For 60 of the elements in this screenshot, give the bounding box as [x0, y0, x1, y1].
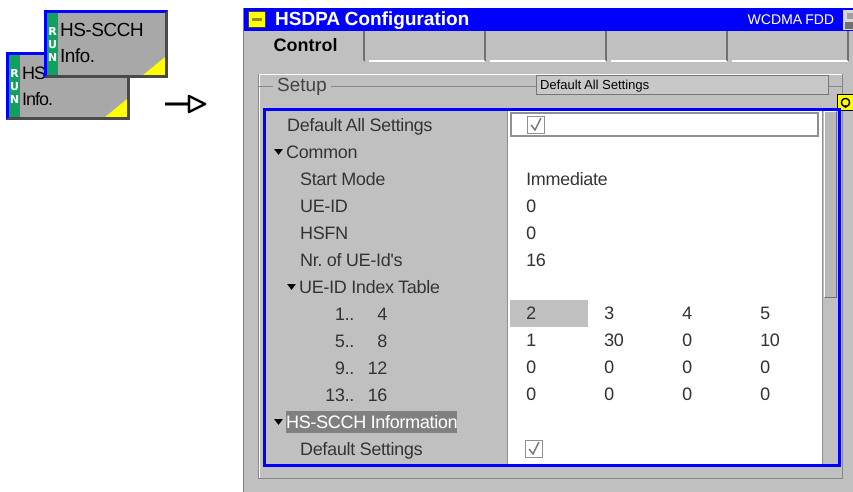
input-field[interactable] — [510, 112, 820, 137]
setting-value[interactable]: Immediate — [508, 168, 608, 190]
expand-icon[interactable] — [274, 148, 283, 154]
range-start: 13.. — [324, 384, 354, 406]
softkey-label: HS-SCCH — [60, 19, 144, 43]
range-start: 9.. — [334, 356, 354, 378]
tree-item[interactable]: UE-ID Index Table — [299, 276, 440, 298]
corner-icon — [105, 99, 127, 117]
range-end: 4 — [376, 302, 387, 324]
setting-label: HSFN — [300, 222, 348, 244]
run-indicator: RUN — [47, 13, 58, 75]
table-cell[interactable]: 4 — [666, 300, 744, 327]
table-cell[interactable]: 0 — [744, 381, 822, 408]
tree-item[interactable]: HS-SCCH Information — [286, 410, 458, 432]
tree-item[interactable]: Common — [286, 140, 358, 162]
window-menu-icon[interactable] — [248, 11, 266, 28]
group-title: Setup — [273, 75, 331, 97]
setting-value[interactable]: 0 — [508, 194, 536, 216]
range-end: 8 — [376, 330, 387, 352]
range-end: 16 — [366, 384, 387, 406]
range-end: 12 — [366, 356, 387, 378]
mode-label: WCDMA FDD — [748, 10, 834, 29]
setting-label: Start Mode — [300, 168, 386, 190]
table-cell[interactable]: 0 — [588, 354, 666, 381]
arrow-icon — [163, 94, 207, 114]
window-title: HSDPA Configuration — [275, 8, 470, 31]
setting-label: UE-ID — [300, 194, 348, 216]
scrollbar[interactable] — [822, 111, 838, 464]
table-cell[interactable]: 0 — [510, 354, 588, 381]
table-cell[interactable]: 5 — [744, 300, 822, 327]
softkey-label: Info. — [60, 45, 96, 69]
table-cell[interactable]: 10 — [744, 327, 822, 354]
expand-icon[interactable] — [287, 284, 296, 290]
setting-label: Default Settings — [300, 438, 422, 460]
setting-value[interactable]: 16 — [508, 248, 546, 270]
preset-field[interactable]: Default All Settings — [536, 75, 829, 95]
table-cell[interactable]: 0 — [666, 381, 744, 408]
corner-icon — [143, 57, 165, 75]
table-cell[interactable]: 0 — [666, 354, 744, 381]
table-cell[interactable]: 30 — [588, 327, 666, 354]
table-cell[interactable]: 0 — [744, 354, 822, 381]
table-cell[interactable]: 0 — [510, 381, 588, 408]
checkbox[interactable] — [527, 116, 546, 134]
softkey-label: HS — [22, 62, 46, 85]
softkey-label: Info. — [22, 88, 52, 111]
table-cell[interactable]: 2 — [510, 300, 588, 327]
expand-icon[interactable] — [274, 418, 283, 424]
setting-label: Default All Settings — [287, 114, 432, 136]
table-cell[interactable]: 0 — [666, 327, 744, 354]
setting-value[interactable]: 0 — [508, 222, 536, 244]
run-indicator: RUN — [9, 55, 20, 117]
instrument-icon — [843, 10, 853, 30]
range-start: 1.. — [334, 302, 354, 324]
refresh-icon[interactable] — [837, 94, 853, 111]
range-start: 5.. — [334, 330, 354, 352]
table-cell[interactable]: 1 — [510, 327, 588, 354]
table-cell[interactable]: 3 — [588, 300, 666, 327]
setting-label: Nr. of UE-Id's — [300, 248, 402, 270]
checkbox[interactable] — [525, 440, 544, 458]
table-cell[interactable]: 0 — [588, 381, 666, 408]
